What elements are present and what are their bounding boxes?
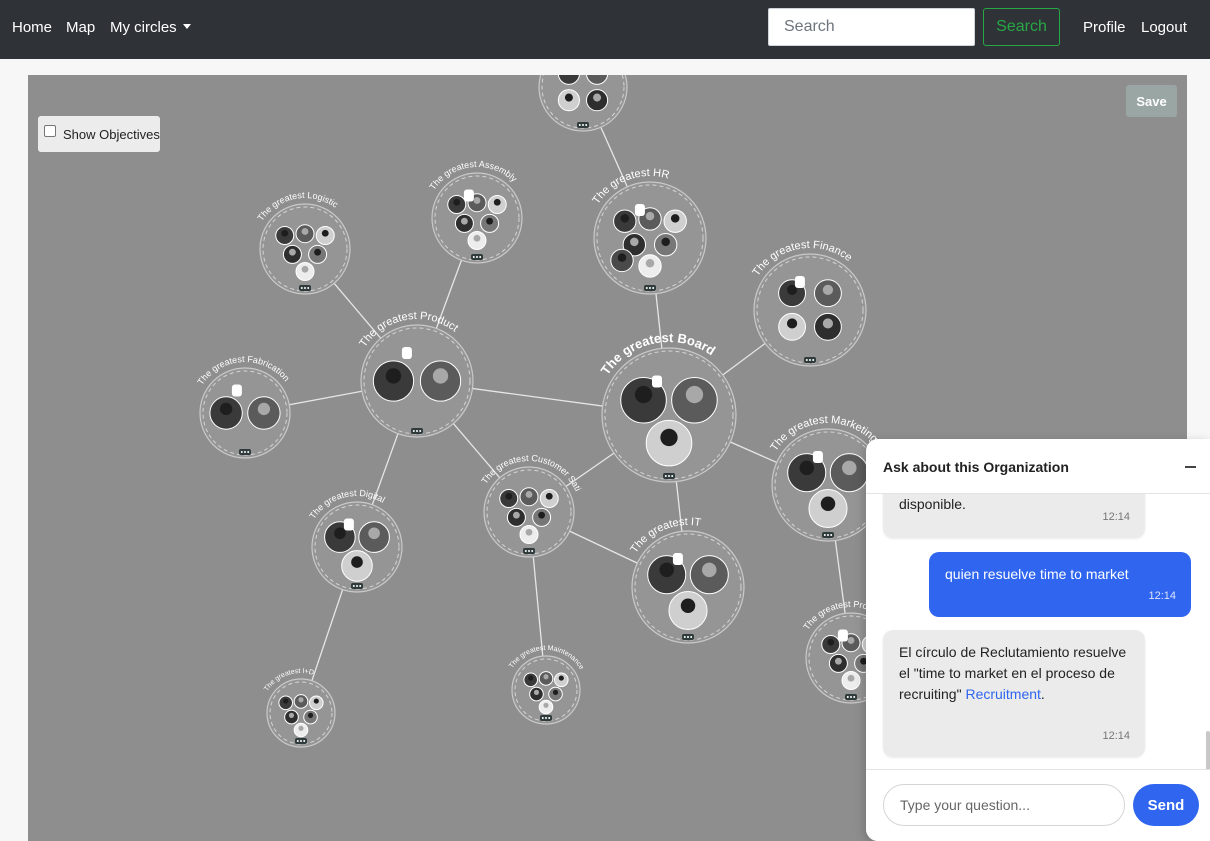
- show-objectives-label: Show Objectives: [63, 126, 160, 142]
- search-input[interactable]: [768, 8, 975, 46]
- recruitment-link[interactable]: Recruitment: [965, 686, 1040, 702]
- message-time: 12:14: [1102, 730, 1130, 742]
- message-time: 12:14: [1148, 590, 1176, 602]
- nav-logout-link[interactable]: Logout: [1141, 18, 1187, 38]
- circle-node-logistic[interactable]: The greatest Logistic: [255, 190, 351, 295]
- lock-icon: [463, 189, 474, 202]
- lock-icon: [812, 451, 823, 463]
- message-punctuation: .: [1040, 686, 1045, 702]
- chevron-down-icon: [182, 24, 191, 29]
- search-button[interactable]: Search: [983, 8, 1060, 46]
- circle-node-fabrication[interactable]: The greatest Fabrication: [195, 354, 292, 459]
- chat-message-bot: El círculo de Reclutamiento resuelve el …: [883, 630, 1145, 757]
- chat-question-input[interactable]: [883, 784, 1125, 826]
- circle-node-id[interactable]: The greatest I+D: [263, 668, 336, 748]
- circle-node-board[interactable]: The greatest Board: [598, 330, 737, 483]
- chat-footer: Send: [866, 769, 1210, 841]
- chat-messages: disponible. 12:14 quien resuelve time to…: [866, 494, 1210, 769]
- message-text: disponible.: [899, 496, 966, 512]
- circle-node-product[interactable]: The greatest Product: [357, 310, 474, 438]
- save-button[interactable]: Save: [1126, 85, 1177, 117]
- nav-my-circles-label: My circles: [110, 19, 177, 36]
- chat-message-bot: disponible. 12:14: [883, 494, 1145, 538]
- lock-icon: [401, 347, 412, 359]
- lock-icon: [794, 276, 805, 288]
- circle-node-finance[interactable]: The greatest Finance: [750, 239, 867, 367]
- nav-map-link[interactable]: Map: [66, 18, 95, 38]
- message-text: quien resuelve time to market: [945, 566, 1129, 582]
- lock-icon: [837, 629, 848, 642]
- circle-node-hr[interactable]: The greatest HR: [590, 167, 707, 295]
- circle-node-maintenance[interactable]: The greatest Maintenance: [508, 645, 585, 725]
- top-navbar: Home Map My circles Search Profile Logou…: [0, 0, 1210, 59]
- lock-icon: [652, 375, 662, 388]
- show-objectives-toggle[interactable]: Show Objectives: [38, 116, 160, 152]
- chat-scrollbar[interactable]: [1206, 731, 1210, 769]
- circle-node-top[interactable]: [538, 75, 628, 132]
- message-text: El círculo de Reclutamiento resuelve el …: [899, 642, 1129, 705]
- circle-node-assembly[interactable]: The greatest Assembly: [427, 159, 523, 264]
- lock-icon: [634, 204, 645, 216]
- nav-profile-link[interactable]: Profile: [1083, 18, 1126, 38]
- chat-message-user: quien resuelve time to market 12:14: [929, 552, 1191, 617]
- chat-header: Ask about this Organization: [866, 439, 1210, 494]
- lock-icon: [672, 553, 683, 565]
- nav-my-circles-dropdown[interactable]: My circles: [110, 18, 191, 38]
- show-objectives-checkbox[interactable]: [44, 125, 56, 137]
- circle-node-it[interactable]: The greatest IT: [628, 516, 745, 644]
- lock-icon: [343, 518, 354, 531]
- chat-title: Ask about this Organization: [883, 459, 1069, 475]
- chat-panel: Ask about this Organization disponible. …: [866, 439, 1210, 841]
- send-button[interactable]: Send: [1133, 784, 1199, 826]
- lock-icon: [231, 384, 242, 397]
- minimize-icon[interactable]: [1185, 466, 1196, 468]
- nav-home-link[interactable]: Home: [12, 18, 52, 38]
- message-time: 12:14: [1102, 511, 1130, 523]
- circle-node-digital[interactable]: The greatest Digital: [307, 488, 403, 593]
